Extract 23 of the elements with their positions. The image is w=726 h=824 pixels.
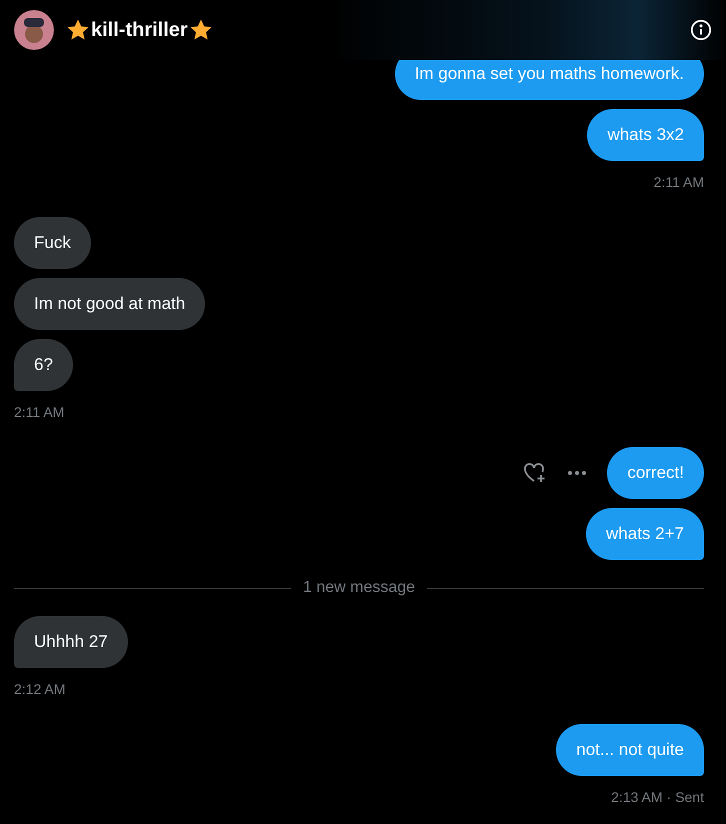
message-bubble: Uhhhh 27 [14, 616, 128, 668]
message-bubble: Im not good at math [14, 278, 206, 330]
message-time: 2:13 AM [611, 788, 663, 807]
message-bubble: Im gonna set you maths homework. [394, 60, 704, 100]
message-bubble: correct! [607, 447, 704, 499]
star-icon [188, 18, 213, 42]
message-time: 2:11 AM [654, 173, 704, 192]
message-bubble: whats 3x2 [587, 109, 704, 161]
info-icon[interactable] [690, 19, 712, 41]
contact-name[interactable]: kill-thriller [91, 15, 188, 45]
message-time: 2:11 AM [14, 403, 64, 422]
message-bubble: whats 2+7 [586, 508, 704, 560]
message-status: Sent [675, 788, 704, 807]
message-bubble: 6? [14, 339, 73, 391]
more-icon[interactable] [567, 470, 588, 476]
heart-plus-icon[interactable] [523, 462, 548, 484]
message-bubble: Fuck [14, 217, 91, 269]
separator-dot: · [666, 788, 672, 807]
star-icon [66, 18, 90, 42]
avatar[interactable] [14, 10, 54, 50]
message-bubble: not... not quite [556, 724, 704, 776]
message-time: 2:12 AM [14, 680, 66, 699]
new-message-divider-label: 1 new message [302, 578, 416, 598]
